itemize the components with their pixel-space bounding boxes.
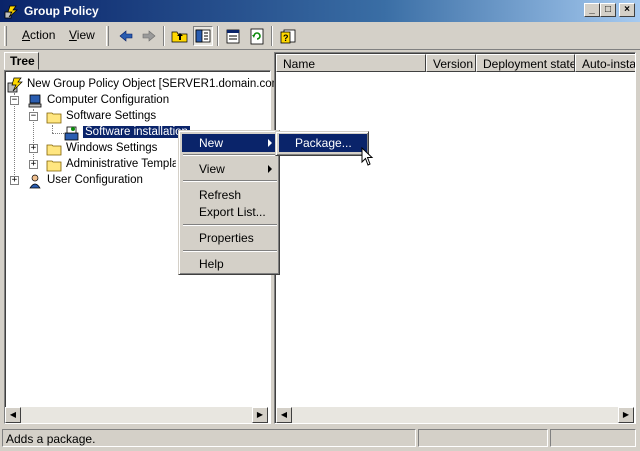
- collapse-toggle[interactable]: −: [10, 96, 19, 105]
- menu-item-properties[interactable]: Properties: [182, 229, 278, 247]
- toolbar-grip[interactable]: [106, 26, 109, 46]
- submenu-arrow-icon: [268, 139, 272, 147]
- menu-item-new[interactable]: New: [182, 134, 278, 152]
- folder-icon: [46, 112, 62, 124]
- status-panel: [550, 429, 636, 447]
- tree-item-label: New Group Policy Object [SERVER1.domain.…: [27, 78, 285, 90]
- toolbar-grip[interactable]: [4, 26, 7, 46]
- toolbar-separator: [163, 26, 165, 46]
- show-hide-tree-icon: [195, 29, 211, 43]
- menu-item-export-list[interactable]: Export List...: [182, 203, 278, 221]
- tree-item-administrative-templates[interactable]: + Administrative Templates: [26, 157, 176, 173]
- refresh-icon[interactable]: [247, 26, 267, 46]
- tree-item-user-configuration[interactable]: + User Configuration: [7, 173, 207, 189]
- tree-horizontal-scrollbar[interactable]: ◀ ▶: [5, 407, 268, 423]
- menu-item-package[interactable]: Package...: [279, 134, 367, 152]
- menu-item-label: Export List...: [199, 205, 266, 219]
- submenu-new: Package...: [275, 131, 369, 156]
- status-panel: [418, 429, 548, 447]
- menu-separator: [183, 180, 277, 182]
- menu-item-label: Properties: [199, 231, 254, 245]
- toolbar-separator: [271, 26, 273, 46]
- column-header-version[interactable]: Version: [426, 54, 476, 72]
- folder-icon: [46, 160, 62, 172]
- mouse-pointer-icon: [361, 147, 374, 166]
- software-installation-icon: [64, 126, 79, 141]
- menu-view[interactable]: View: [69, 28, 95, 42]
- forward-arrow-icon[interactable]: [139, 26, 159, 46]
- menu-item-view[interactable]: View: [182, 160, 278, 178]
- menu-item-label: View: [199, 162, 225, 176]
- help-icon[interactable]: ?: [278, 26, 298, 46]
- tree-line: [52, 125, 53, 133]
- expand-toggle[interactable]: +: [10, 176, 19, 185]
- collapse-toggle[interactable]: −: [29, 112, 38, 121]
- menu-separator: [183, 250, 277, 252]
- scroll-right-button[interactable]: ▶: [252, 407, 268, 423]
- computer-configuration-icon: [28, 94, 42, 108]
- menu-separator: [183, 224, 277, 226]
- submenu-arrow-icon: [268, 165, 272, 173]
- expand-toggle[interactable]: +: [29, 144, 38, 153]
- group-policy-object-icon: [7, 77, 23, 93]
- menu-item-help[interactable]: Help: [182, 255, 278, 273]
- title-bar[interactable]: Group Policy _ □ ×: [0, 0, 640, 22]
- tree-item-label: Software Settings: [66, 110, 157, 122]
- menu-item-label: New: [199, 136, 224, 150]
- column-header-name[interactable]: Name: [276, 54, 426, 72]
- menu-item-label: Refresh: [199, 188, 242, 202]
- menu-separator: [183, 154, 277, 156]
- scroll-left-button[interactable]: ◀: [5, 407, 21, 423]
- menu-item-refresh[interactable]: Refresh: [182, 186, 278, 204]
- tree-item-label: Administrative Templates: [66, 158, 176, 170]
- status-bar: Adds a package.: [0, 427, 640, 451]
- properties-icon[interactable]: [224, 26, 244, 46]
- user-configuration-icon: [29, 174, 41, 189]
- menu-item-label: Help: [199, 257, 224, 271]
- tree-item-label: Windows Settings: [66, 142, 158, 154]
- close-button[interactable]: ×: [619, 3, 635, 17]
- status-text: Adds a package.: [2, 429, 416, 447]
- column-header-deployment-state[interactable]: Deployment state: [476, 54, 575, 72]
- context-menu: New View Refresh Export List... Properti…: [178, 130, 280, 275]
- expand-toggle[interactable]: +: [29, 160, 38, 169]
- folder-icon: [46, 144, 62, 156]
- tree-line: [52, 133, 64, 134]
- list-pane[interactable]: Name Version Deployment state Auto-insta…: [274, 52, 636, 424]
- svg-text:?: ?: [283, 33, 289, 43]
- tree-item-computer-configuration[interactable]: − Computer Configuration: [7, 93, 207, 109]
- maximize-button[interactable]: □: [600, 3, 616, 17]
- menu-item-label: Package...: [295, 136, 352, 150]
- window-title: Group Policy: [24, 4, 99, 18]
- menu-action[interactable]: Action: [22, 28, 55, 42]
- column-header-auto-install[interactable]: Auto-install: [575, 54, 635, 72]
- tree-item-label: Software installation: [82, 125, 191, 139]
- minimize-button[interactable]: _: [584, 3, 600, 17]
- scroll-left-button[interactable]: ◀: [276, 407, 292, 423]
- tree-item-software-settings[interactable]: − Software Settings: [26, 109, 226, 125]
- toolbar: Action View ?: [0, 22, 640, 50]
- group-policy-icon: [4, 5, 18, 19]
- back-arrow-icon[interactable]: [116, 26, 136, 46]
- show-hide-tree-button[interactable]: [193, 26, 213, 46]
- up-one-level-icon[interactable]: [170, 26, 190, 46]
- tree-item-label: User Configuration: [47, 174, 143, 186]
- toolbar-separator: [217, 26, 219, 46]
- list-horizontal-scrollbar[interactable]: ◀ ▶: [276, 407, 634, 423]
- tree-item-label: Computer Configuration: [47, 94, 170, 106]
- scroll-right-button[interactable]: ▶: [618, 407, 634, 423]
- tab-tree[interactable]: Tree: [4, 52, 39, 70]
